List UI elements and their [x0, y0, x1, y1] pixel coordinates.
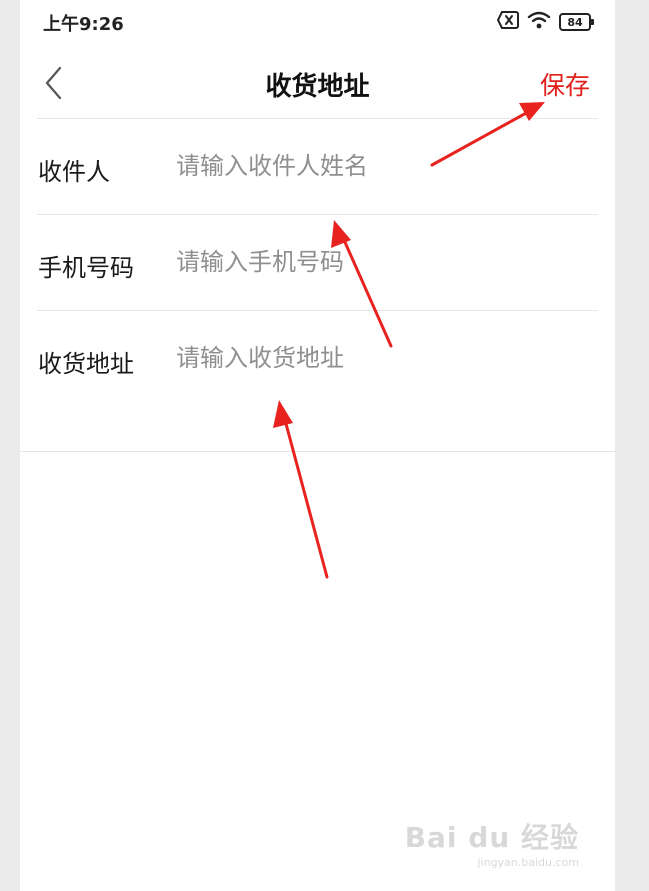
recipient-name-input[interactable]	[176, 147, 576, 185]
nav-bar: 收货地址 保存	[20, 50, 615, 118]
address-input[interactable]	[176, 339, 576, 377]
status-bar: 上午9:26 84	[20, 0, 615, 44]
form-row-phone: 手机号码	[20, 215, 615, 311]
wifi-icon	[527, 11, 551, 33]
watermark-main: Bai du 经验	[404, 821, 579, 854]
phone-screen: 上午9:26 84 收货地址 保存 收件人 请输入收件人姓名 手机号码 请输入手…	[20, 0, 615, 891]
recipient-label: 收件人	[38, 158, 110, 186]
battery-icon: 84	[559, 13, 594, 31]
baidu-watermark: Bai du 经验 jingyan.baidu.com	[405, 816, 579, 869]
form-row-recipient: 收件人	[20, 119, 615, 215]
phone-label: 手机号码	[38, 254, 134, 282]
page-title: 收货地址	[265, 72, 370, 102]
save-button[interactable]: 保存	[540, 66, 590, 102]
address-label: 收货地址	[38, 350, 134, 378]
battery-level: 84	[567, 15, 583, 29]
status-icons: 84	[496, 11, 594, 33]
watermark-sub: jingyan.baidu.com	[477, 856, 579, 869]
form-section-bottom	[20, 451, 615, 452]
phone-number-input[interactable]	[176, 243, 576, 281]
status-time: 上午9:26	[43, 14, 124, 35]
form-row-address: 收货地址	[20, 311, 615, 407]
no-sim-icon	[496, 11, 519, 33]
